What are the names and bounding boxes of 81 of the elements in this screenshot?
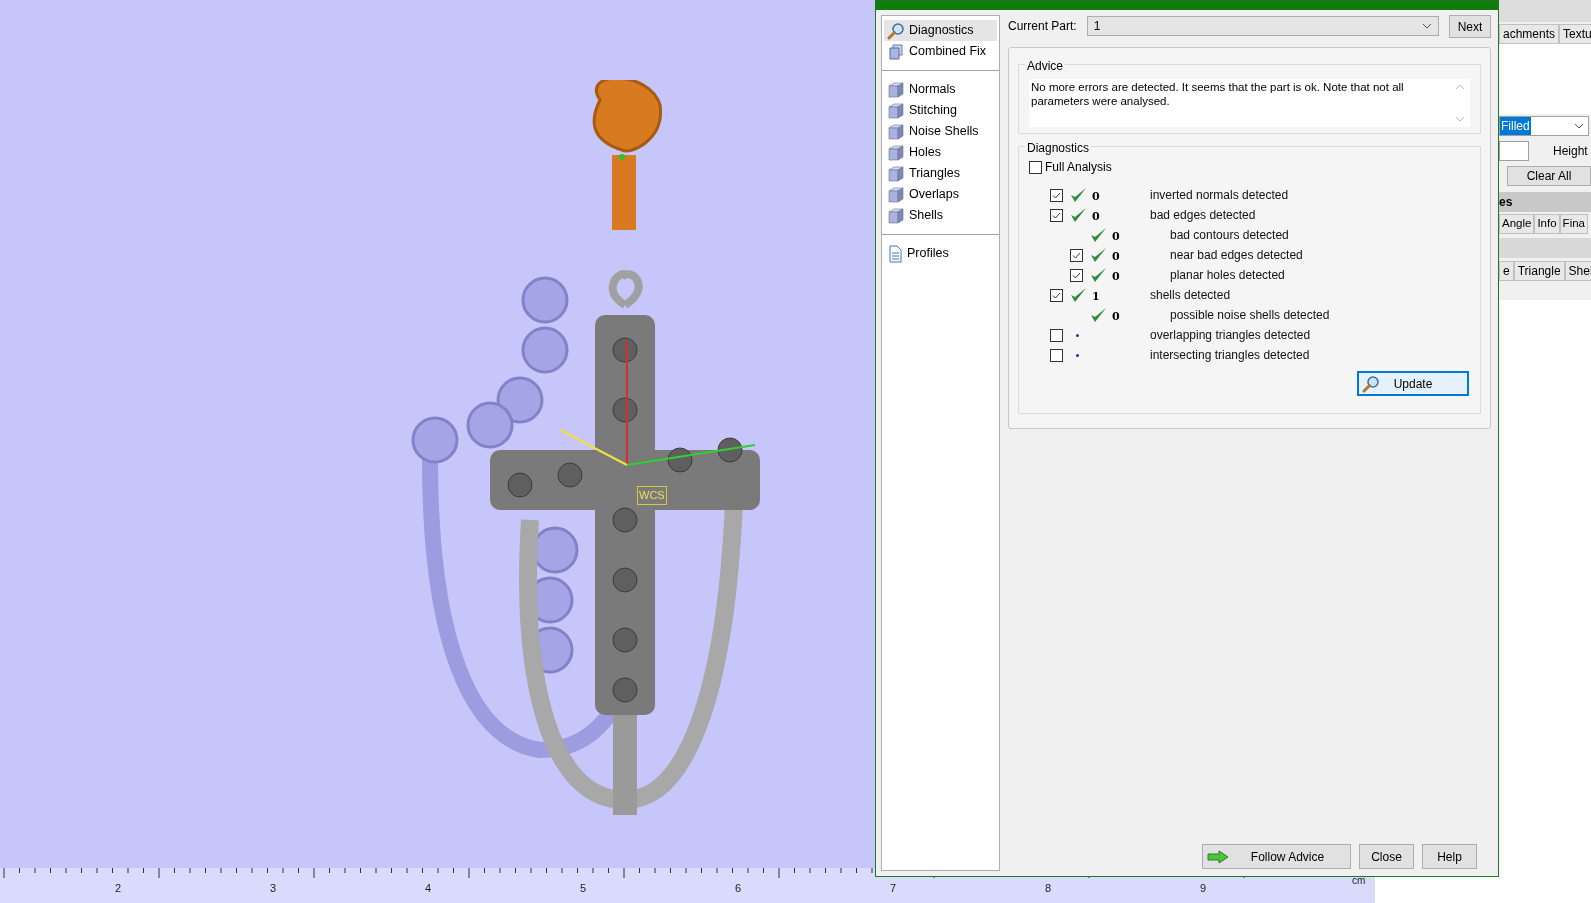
checkbox[interactable] (1050, 348, 1063, 362)
height-label: Height (1553, 143, 1588, 160)
cube-icon (887, 185, 905, 204)
checkbox[interactable] (1029, 160, 1042, 174)
tab[interactable]: Shel (1564, 261, 1591, 281)
ruler-label: 9 (1200, 881, 1207, 896)
count-text: 0 (1112, 250, 1120, 263)
tab[interactable]: e (1499, 261, 1514, 281)
cube-icon (887, 101, 905, 120)
dialog-button[interactable]: Follow Advice (1202, 844, 1351, 869)
nav-item[interactable]: Holes (884, 142, 997, 163)
count-text: 0 (1092, 190, 1100, 203)
count-text: 0 (1112, 310, 1120, 323)
document-icon (887, 244, 903, 263)
clear-all-button[interactable]: Clear All (1507, 166, 1591, 186)
nav-item[interactable]: Noise Shells (884, 121, 997, 142)
diagnostic-label: possible noise shells detected (1170, 307, 1330, 324)
cube-icon (887, 164, 905, 183)
cube-icon (887, 80, 905, 99)
count-text: 0 (1092, 210, 1100, 223)
nav-item[interactable]: Normals (884, 79, 997, 100)
count-text: 1 (1092, 290, 1100, 303)
tab[interactable]: Triangle (1513, 261, 1565, 281)
diagnostic-label: bad edges detected (1150, 207, 1256, 224)
diagnostic-label: bad contours detected (1170, 227, 1289, 244)
axis-label: WCS (637, 486, 667, 505)
search-icon (1362, 374, 1380, 393)
part-select[interactable]: 1 (1086, 16, 1439, 36)
chevron-down-icon (1422, 23, 1432, 29)
tab[interactable]: Angle (1499, 214, 1535, 234)
cube-icon (887, 122, 905, 141)
checkbox[interactable] (1070, 268, 1083, 282)
current-part-label: Current Part: (1008, 18, 1077, 35)
advice-text: No more errors are detected. It seems that the part is ok. Note that not all parameters were analysed. (1029, 79, 1470, 127)
tab[interactable]: Fina (1559, 214, 1588, 234)
nav-item[interactable]: Overlaps (884, 184, 997, 205)
checkbox[interactable] (1050, 188, 1063, 202)
tab[interactable]: achments (1499, 24, 1560, 44)
ruler-label: 8 (1045, 881, 1052, 896)
nav-item[interactable]: Diagnostics (884, 20, 997, 41)
nav-item[interactable]: Combined Fix (884, 41, 997, 62)
chevron-down-icon (1574, 123, 1584, 129)
checkbox[interactable] (1050, 328, 1063, 342)
cube-icon (887, 206, 905, 225)
ruler-label: 3 (270, 881, 277, 896)
diagnostic-label: intersecting triangles detected (1150, 347, 1310, 364)
diagnostic-label: planar holes detected (1170, 267, 1285, 284)
ruler-label: 7 (890, 881, 897, 896)
ruler-label: 6 (735, 881, 742, 896)
ruler-label: 2 (115, 881, 122, 896)
checkmark-icon (1052, 290, 1061, 300)
checkbox[interactable] (1070, 248, 1083, 262)
diagnostic-label: inverted normals detected (1150, 187, 1289, 204)
nav-item[interactable]: Triangles (884, 163, 997, 184)
cubes-icon (887, 42, 905, 61)
ruler-label: 4 (425, 881, 432, 896)
count-text: 0 (1112, 230, 1120, 243)
checkbox[interactable] (1050, 208, 1063, 222)
nav-item[interactable]: Profiles (884, 243, 997, 264)
cube-icon (887, 143, 905, 162)
dialog-button[interactable]: Close (1359, 844, 1414, 869)
dialog-button[interactable]: Help (1422, 844, 1477, 869)
ruler-label: 5 (580, 881, 587, 896)
count-text: 0 (1112, 270, 1120, 283)
full-analysis-label: Full Analysis (1045, 159, 1112, 176)
diagnostic-label: overlapping triangles detected (1150, 327, 1311, 344)
arrow-right-icon (1207, 849, 1229, 864)
fill-select[interactable]: Filled (1499, 116, 1589, 136)
section-header: es (1499, 192, 1591, 212)
tab[interactable]: Textu (1559, 24, 1591, 44)
ruler-unit: cm (1352, 874, 1366, 888)
nav-item[interactable]: Shells (884, 205, 997, 226)
search-icon (887, 21, 905, 40)
height-input[interactable] (1499, 141, 1529, 161)
nav-item[interactable]: Stitching (884, 100, 997, 121)
diagnostic-label: near bad edges detected (1170, 247, 1303, 264)
update-button[interactable]: Update (1357, 371, 1469, 396)
tab[interactable]: Info (1534, 214, 1560, 234)
diagnostic-label: shells detected (1150, 287, 1231, 304)
checkbox[interactable] (1050, 288, 1063, 302)
next-button[interactable]: Next (1449, 15, 1491, 38)
